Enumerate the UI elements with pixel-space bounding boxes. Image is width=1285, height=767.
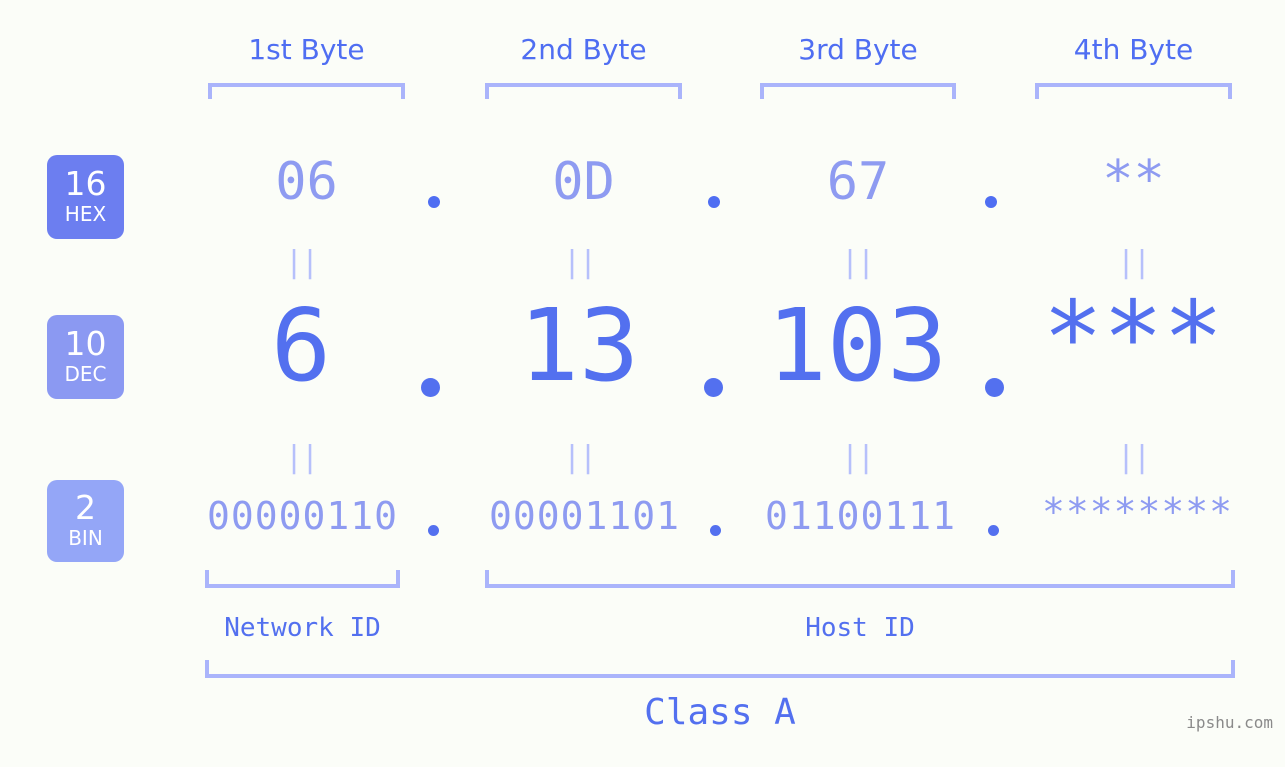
bin-separator-dot-3 [988,525,999,536]
bin-byte-3: 01100111 [764,494,957,538]
bin-separator-dot-2 [710,525,721,536]
dec-separator-dot-3 [985,378,1004,397]
hex-separator-dot-1 [428,196,440,208]
hex-byte-4: ** [1102,150,1165,210]
base-badge-dec-name: DEC [64,361,107,386]
hex-separator-dot-3 [985,196,997,208]
base-badge-hex: 16 HEX [47,155,124,239]
equals-mark-hex-dec-4: || [1116,245,1151,280]
dec-separator-dot-1 [421,378,440,397]
equals-mark-dec-bin-1: || [284,440,319,475]
byte-bracket-top-2 [485,83,682,99]
hex-byte-2: 0D [552,152,615,212]
bin-separator-dot-1 [428,525,439,536]
hex-separator-dot-2 [708,196,720,208]
hex-byte-3: 67 [826,152,890,212]
byte-bracket-top-1 [208,83,405,99]
base-badge-hex-name: HEX [64,201,107,226]
base-badge-bin-number: 2 [75,488,96,528]
bin-byte-1: 00000110 [206,494,399,538]
equals-mark-hex-dec-3: || [840,245,875,280]
base-badge-dec-number: 10 [64,324,107,364]
dec-byte-3: 103 [766,287,948,404]
equals-mark-hex-dec-2: || [562,245,597,280]
bin-byte-4: ******** [1041,490,1234,534]
bin-byte-2: 00001101 [488,494,681,538]
dec-byte-2: 13 [518,287,640,404]
network-id-label: Network ID [224,613,381,643]
byte-header-1: 1st Byte [248,33,365,66]
equals-mark-dec-bin-2: || [562,440,597,475]
class-bracket [205,660,1235,678]
dec-byte-1: 6 [270,287,332,404]
ip-breakdown-diagram: 1st Byte 2nd Byte 3rd Byte 4th Byte 16 H… [0,0,1285,767]
byte-header-2: 2nd Byte [520,33,647,66]
hex-byte-1: 06 [275,152,338,212]
base-badge-dec: 10 DEC [47,315,124,399]
base-badge-hex-number: 16 [64,164,107,204]
class-label: Class A [644,692,796,733]
byte-header-3: 3rd Byte [798,33,918,66]
dec-separator-dot-2 [704,378,723,397]
base-badge-bin-name: BIN [68,525,103,550]
host-id-bracket [485,570,1235,588]
host-id-label: Host ID [805,613,915,643]
byte-header-4: 4th Byte [1073,33,1194,66]
equals-mark-dec-bin-4: || [1116,440,1151,475]
equals-mark-hex-dec-1: || [284,245,319,280]
byte-bracket-top-3 [760,83,956,99]
base-badge-bin: 2 BIN [47,480,124,562]
equals-mark-dec-bin-3: || [840,440,875,475]
watermark: ipshu.com [1186,713,1273,732]
byte-bracket-top-4 [1035,83,1232,99]
dec-byte-4: *** [1042,279,1224,396]
network-id-bracket [205,570,400,588]
